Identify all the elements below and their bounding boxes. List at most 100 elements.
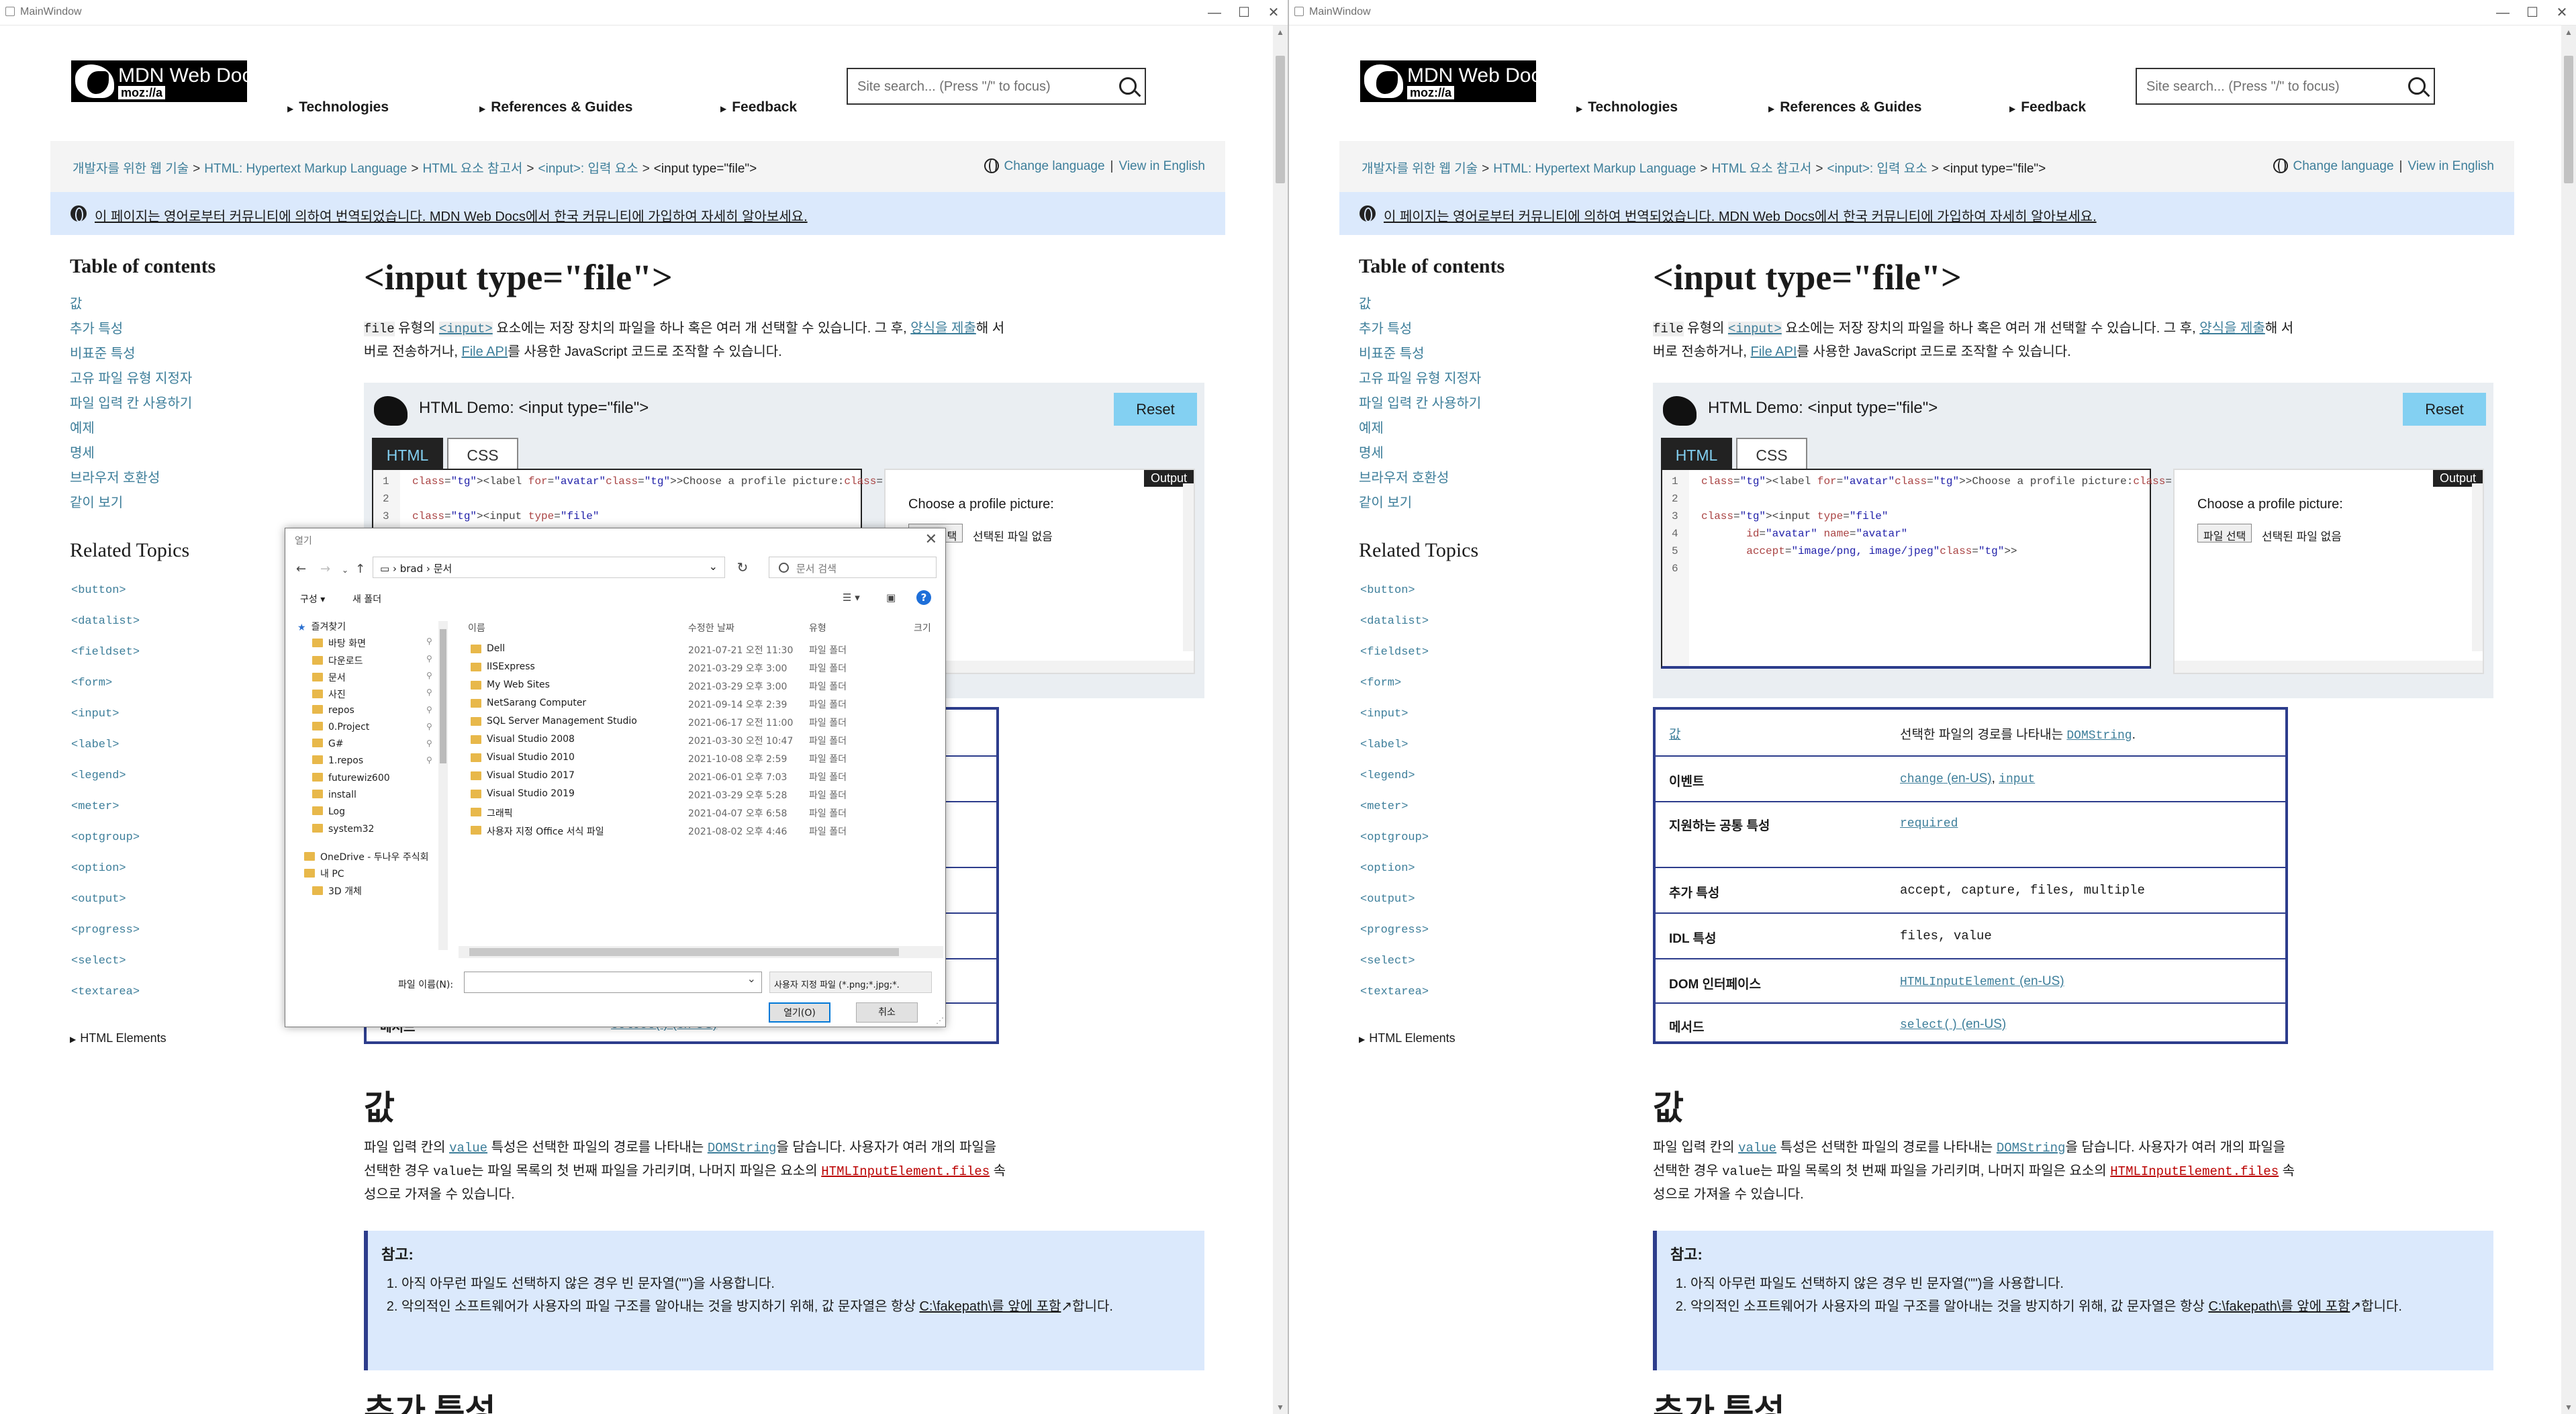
filename-input[interactable] [464,972,762,993]
scroll-thumb[interactable] [1276,56,1285,183]
related-item[interactable]: <label> [71,739,119,751]
maximize-button[interactable]: ☐ [2522,3,2542,23]
nav-pane-item[interactable]: system32 [312,823,374,835]
toc-item[interactable]: 추가 특성 [70,318,123,337]
related-item[interactable]: <progress> [1360,924,1429,937]
breadcrumb-item[interactable]: HTML: Hypertext Markup Language [204,162,407,176]
toc-item[interactable]: 값 [1359,293,1371,312]
related-item[interactable]: <button> [71,584,126,597]
code-editor[interactable]: 1 class="tg"><label for="avatar"class="tg… [1661,469,2326,669]
form-submit-link[interactable]: 양식을 제출 [910,321,976,336]
file-row[interactable]: Visual Studio 2008 2021-03-30 오전 10:47 파일 … [453,730,923,749]
input-link[interactable]: <input> [438,321,493,336]
related-item[interactable]: <output> [71,893,126,906]
nav-feedback[interactable]: ▶ Feedback [2009,99,2086,115]
related-item[interactable]: <optgroup> [1360,831,1429,844]
chevron-down-icon[interactable]: ⌄ [709,560,718,573]
select-method-link[interactable]: select() [1900,1019,1958,1032]
output-hscrollbar[interactable] [2175,661,2483,673]
toc-item[interactable]: 고유 파일 유형 지정자 [70,367,192,387]
tab-css[interactable]: CSS [1736,438,1807,470]
related-item[interactable]: <input> [1360,708,1408,720]
new-folder-button[interactable]: 새 폴더 [352,592,381,606]
form-submit-link[interactable]: 양식을 제출 [2199,321,2265,336]
column-size[interactable]: 크기 [914,621,931,634]
file-type-select[interactable]: 사용자 지정 파일 (*.png;*.jpg;*. [769,972,932,993]
nav-technologies[interactable]: ▶ Technologies [287,99,389,115]
nav-pane-item[interactable]: futurewiz600 [312,772,390,784]
related-item[interactable]: <textarea> [1360,986,1429,998]
nav-pane-item[interactable]: 내 PC [304,867,344,880]
view-options-icon[interactable]: ☰ ▾ [843,592,860,604]
nav-pane-item[interactable]: ★ 즐겨찾기 [297,620,346,633]
toc-item[interactable]: 비표준 특성 [1359,342,1425,362]
file-row[interactable]: Dell 2021-07-21 오전 11:30 파일 폴더 [453,640,923,658]
back-arrow-icon[interactable]: ← [296,562,306,576]
breadcrumb-item[interactable]: 개발자를 위한 웹 기술 [1362,162,1478,176]
resize-grip-icon[interactable]: ⋰ [936,1016,944,1025]
column-type[interactable]: 유형 [809,621,826,634]
toc-item[interactable]: 고유 파일 유형 지정자 [1359,367,1481,387]
notice-link[interactable]: 이 페이지는 영어로부터 커뮤니티에 의하여 번역되었습니다. MDN Web … [95,205,808,225]
breadcrumb-item[interactable]: <input>: 입력 요소 [1827,162,1927,176]
toc-item[interactable]: 값 [70,293,82,312]
related-item[interactable]: <fieldset> [71,646,140,659]
nav-pane-item[interactable]: 문서 ⚲ [312,671,432,684]
change-language-link[interactable]: Change language [2293,159,2394,173]
toc-item[interactable]: 비표준 특성 [70,342,136,362]
nav-pane-item[interactable]: install [312,790,356,800]
notice-link[interactable]: 이 페이지는 영어로부터 커뮤니티에 의하여 번역되었습니다. MDN Web … [1384,205,2097,225]
related-item[interactable]: <form> [1360,677,1401,690]
recent-locations-icon[interactable]: ⌄ [342,565,348,575]
reset-button[interactable]: Reset [2403,393,2486,426]
related-item[interactable]: <fieldset> [1360,646,1429,659]
scroll-up-icon[interactable]: ▲ [2561,26,2576,39]
related-item[interactable]: <form> [71,677,112,690]
toc-item[interactable]: 파일 입력 칸 사용하기 [70,392,192,412]
nav-feedback[interactable]: ▶ Feedback [720,99,797,115]
minimize-button[interactable]: — [1204,3,1225,23]
output-scrollbar[interactable] [1183,483,1194,651]
htmlinputelement-link[interactable]: HTMLInputElement [1900,976,2016,989]
close-button[interactable]: ✕ [1263,3,1284,23]
nav-pane-item[interactable]: 3D 개체 [312,884,362,898]
related-item[interactable]: <progress> [71,924,140,937]
page-scrollbar[interactable]: ▲ ▼ [1273,26,1288,1414]
tab-css[interactable]: CSS [447,438,518,470]
toc-item[interactable]: 예제 [1359,417,1384,436]
fakepath-link[interactable]: C:\fakepath\를 앞에 포함 [2208,1299,2350,1314]
help-icon[interactable]: ? [916,590,931,605]
html-elements-toggle[interactable]: ▶ HTML Elements [70,1031,166,1045]
refresh-icon[interactable]: ↻ [730,557,755,578]
related-item[interactable]: <datalist> [71,615,140,628]
search-icon[interactable] [2408,77,2426,95]
nav-pane-item[interactable]: 사진 ⚲ [312,688,432,701]
output-scrollbar[interactable] [2472,483,2483,651]
nav-pane-item[interactable]: 바탕 화면 ⚲ [312,637,432,650]
scroll-down-icon[interactable]: ▼ [1273,1401,1288,1414]
related-item[interactable]: <label> [1360,739,1408,751]
minimize-button[interactable]: — [2493,3,2513,23]
search-icon[interactable] [1119,77,1137,95]
required-link[interactable]: required [1900,817,1958,831]
dialog-search-input[interactable]: 문서 검색 [769,557,937,578]
related-item[interactable]: <option> [71,862,126,875]
nav-pane-item[interactable]: G# ⚲ [312,739,432,749]
toc-item[interactable]: 명세 [1359,442,1384,461]
nav-pane-item[interactable]: 0.Project ⚲ [312,721,432,733]
maximize-button[interactable]: ☐ [1234,3,1254,23]
file-row[interactable]: Visual Studio 2019 2021-03-29 오후 5:28 파일 폴… [453,785,923,803]
related-item[interactable]: <optgroup> [71,831,140,844]
scroll-down-icon[interactable]: ▼ [2561,1401,2576,1414]
site-search-input[interactable]: Site search... (Press "/" to focus) [2136,68,2435,105]
related-item[interactable]: <meter> [71,800,119,813]
file-choose-button[interactable]: 파일 선택 [2197,524,2252,543]
input-event-link[interactable]: input [1999,773,2035,786]
input-link[interactable]: <input> [1727,321,1782,336]
nav-pane-item[interactable]: 1.repos ⚲ [312,755,432,766]
file-api-link[interactable]: File API [461,344,508,359]
site-search-input[interactable]: Site search... (Press "/" to focus) [847,68,1146,105]
breadcrumb-item[interactable]: <input>: 입력 요소 [538,162,638,176]
page-scrollbar[interactable]: ▲ ▼ [2561,26,2576,1414]
file-row[interactable]: Visual Studio 2010 2021-10-08 오후 2:59 파일 폴… [453,749,923,767]
